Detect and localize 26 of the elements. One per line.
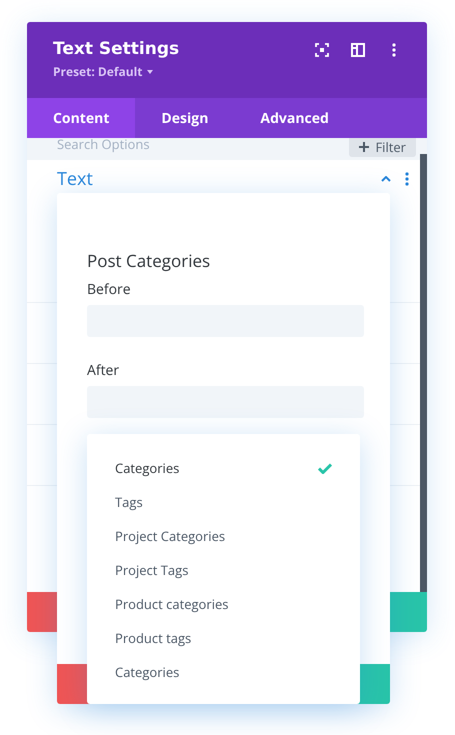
dropdown-option[interactable]: Categories: [87, 655, 360, 689]
section-title[interactable]: Text: [57, 167, 93, 191]
dropdown-option[interactable]: Project Tags: [87, 553, 360, 587]
plus-icon: [359, 142, 370, 152]
field-label: Before: [87, 280, 132, 299]
focus-icon[interactable]: [315, 43, 329, 57]
dropdown-option[interactable]: Product categories: [87, 587, 360, 621]
chevron-icon[interactable]: [381, 176, 391, 182]
modal-title: Post Categories: [87, 249, 212, 272]
more-icon[interactable]: [405, 172, 409, 186]
caret-icon: [146, 70, 153, 74]
tab[interactable]: Content: [27, 98, 136, 138]
search-field[interactable]: Search Options: [57, 138, 217, 153]
check-icon: [318, 462, 332, 474]
field-label: After: [87, 361, 120, 380]
scrollbar[interactable]: [420, 154, 427, 592]
sidebar-icon[interactable]: [351, 43, 365, 57]
filter-button[interactable]: Filter: [349, 138, 416, 157]
tab[interactable]: Design: [135, 98, 234, 138]
tab[interactable]: Advanced: [234, 98, 355, 138]
window-title: Text Settings: [53, 39, 180, 59]
dropdown-option[interactable]: Categories: [87, 451, 360, 485]
dropdown-option[interactable]: Tags: [87, 485, 360, 519]
preset-dropdown[interactable]: Preset: Default: [53, 63, 153, 80]
dropdown-option[interactable]: Product tags: [87, 621, 360, 655]
dropdown-option[interactable]: Project Categories: [87, 519, 360, 553]
